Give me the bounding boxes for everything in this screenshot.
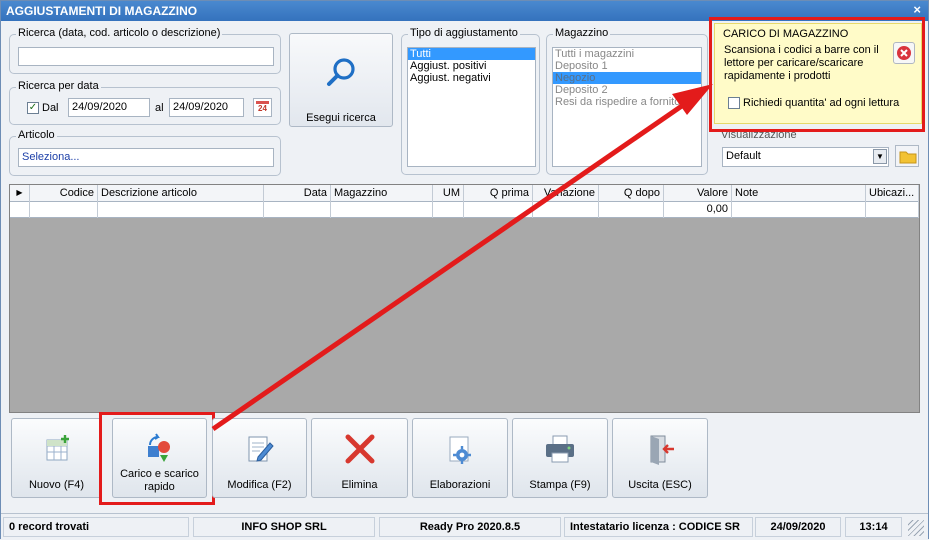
adjustments-table[interactable]: ▶ Codice Descrizione articolo Data Magaz… [9,184,920,413]
column-header[interactable]: Data [264,185,331,202]
exit-button-label: Uscita (ESC) [628,479,692,491]
column-header[interactable]: Ubicazi... [866,185,919,202]
date-search-legend: Ricerca per data [16,80,101,92]
status-date: 24/09/2020 [755,517,841,537]
tooltip-highlight-frame [709,17,925,132]
column-header[interactable]: UM [433,185,464,202]
warehouse-group: Magazzino Tutti i magazzini Deposito 1 N… [546,27,708,175]
from-date-field[interactable]: 24/09/2020 [68,98,150,117]
status-bar: 0 record trovati INFO SHOP SRL Ready Pro… [1,513,928,539]
table-row[interactable]: 0,00 [10,202,919,218]
date-filter-checkbox[interactable]: ✓ [27,102,39,114]
warehouse-list[interactable]: Tutti i magazzini Deposito 1 Negozio Dep… [552,47,702,167]
edit-document-icon [248,436,274,462]
main-window: AGGIUSTAMENTI DI MAGAZZINO × Ricerca (da… [0,0,929,539]
row-selector-header: ▶ [10,185,30,202]
new-table-icon [46,435,69,461]
adjustment-type-group: Tipo di aggiustamento Tutti Aggiust. pos… [401,27,540,175]
column-header[interactable]: Valore [664,185,732,202]
status-company: INFO SHOP SRL [193,517,375,537]
column-header[interactable]: Descrizione articolo [98,185,264,202]
article-group: Articolo Seleziona... [9,129,281,176]
calendar-day: 24 [258,104,267,113]
column-header[interactable]: Codice [30,185,98,202]
status-version: Ready Pro 2020.8.5 [379,517,561,537]
quick-load-highlight-frame [99,412,215,505]
search-button[interactable]: Esegui ricerca [289,33,393,127]
edit-button-label: Modifica (F2) [227,479,292,491]
print-button-label: Stampa (F9) [529,479,591,491]
status-records: 0 record trovati [3,517,189,537]
list-item[interactable]: Aggiust. negativi [408,72,535,84]
value-cell[interactable]: 0,00 [664,202,732,218]
list-item[interactable]: Deposito 1 [553,60,701,72]
list-item[interactable]: Tutti i magazzini [553,48,701,60]
delete-button[interactable]: Elimina [311,418,408,498]
view-select[interactable]: Default ▼ [722,147,889,167]
resize-grip-icon[interactable] [908,520,924,536]
window-title: AGGIUSTAMENTI DI MAGAZZINO [6,4,198,18]
status-license: Intestatario licenza : CODICE SR [564,517,753,537]
list-item[interactable]: Negozio [553,72,701,84]
view-select-value: Default [726,150,761,162]
exit-button[interactable]: Uscita (ESC) [612,418,708,498]
column-header[interactable]: Magazzino [331,185,433,202]
article-legend: Articolo [16,129,57,141]
printer-icon [546,435,574,463]
folder-icon [899,151,917,164]
adjustment-type-list[interactable]: Tutti Aggiust. positivi Aggiust. negativ… [407,47,536,167]
search-icon [327,58,355,86]
column-header[interactable]: Q prima [464,185,533,202]
new-button[interactable]: Nuovo (F4) [11,418,102,498]
print-button[interactable]: Stampa (F9) [512,418,608,498]
status-time: 13:14 [845,517,902,537]
table-header: ▶ Codice Descrizione articolo Data Magaz… [10,185,919,202]
column-header[interactable]: Note [732,185,866,202]
close-icon[interactable]: × [913,2,921,17]
list-item[interactable]: Deposito 2 [553,84,701,96]
search-legend: Ricerca (data, cod. articolo o descrizio… [16,27,223,39]
from-label: Dal [42,102,59,114]
list-item[interactable]: Resi da rispedire a fornitori [553,96,701,108]
article-select-field[interactable]: Seleziona... [18,148,274,167]
list-item[interactable]: Aggiust. positivi [408,60,535,72]
new-button-label: Nuovo (F4) [28,479,85,491]
process-button-label: Elaborazioni [429,479,491,491]
exit-door-icon [650,435,674,465]
search-button-label: Esegui ricerca [306,112,376,124]
processing-gear-icon [449,436,471,464]
to-label: al [155,102,164,114]
calendar-icon[interactable]: 24 [253,98,272,117]
delete-x-icon [345,434,374,464]
folder-button[interactable] [895,145,919,167]
adjustment-type-legend: Tipo di aggiustamento [408,27,520,39]
delete-button-label: Elimina [341,479,378,491]
list-item[interactable]: Tutti [408,48,535,60]
process-button[interactable]: Elaborazioni [412,418,508,498]
date-search-group: Ricerca per data ✓ Dal 24/09/2020 al 24/… [9,80,281,125]
chevron-down-icon[interactable]: ▼ [873,149,887,164]
column-header[interactable]: Q dopo [599,185,664,202]
edit-button[interactable]: Modifica (F2) [212,418,307,498]
warehouse-legend: Magazzino [553,27,611,39]
to-date-field[interactable]: 24/09/2020 [169,98,244,117]
search-input[interactable] [18,47,274,66]
search-group: Ricerca (data, cod. articolo o descrizio… [9,27,281,74]
column-header[interactable]: Variazione [533,185,599,202]
